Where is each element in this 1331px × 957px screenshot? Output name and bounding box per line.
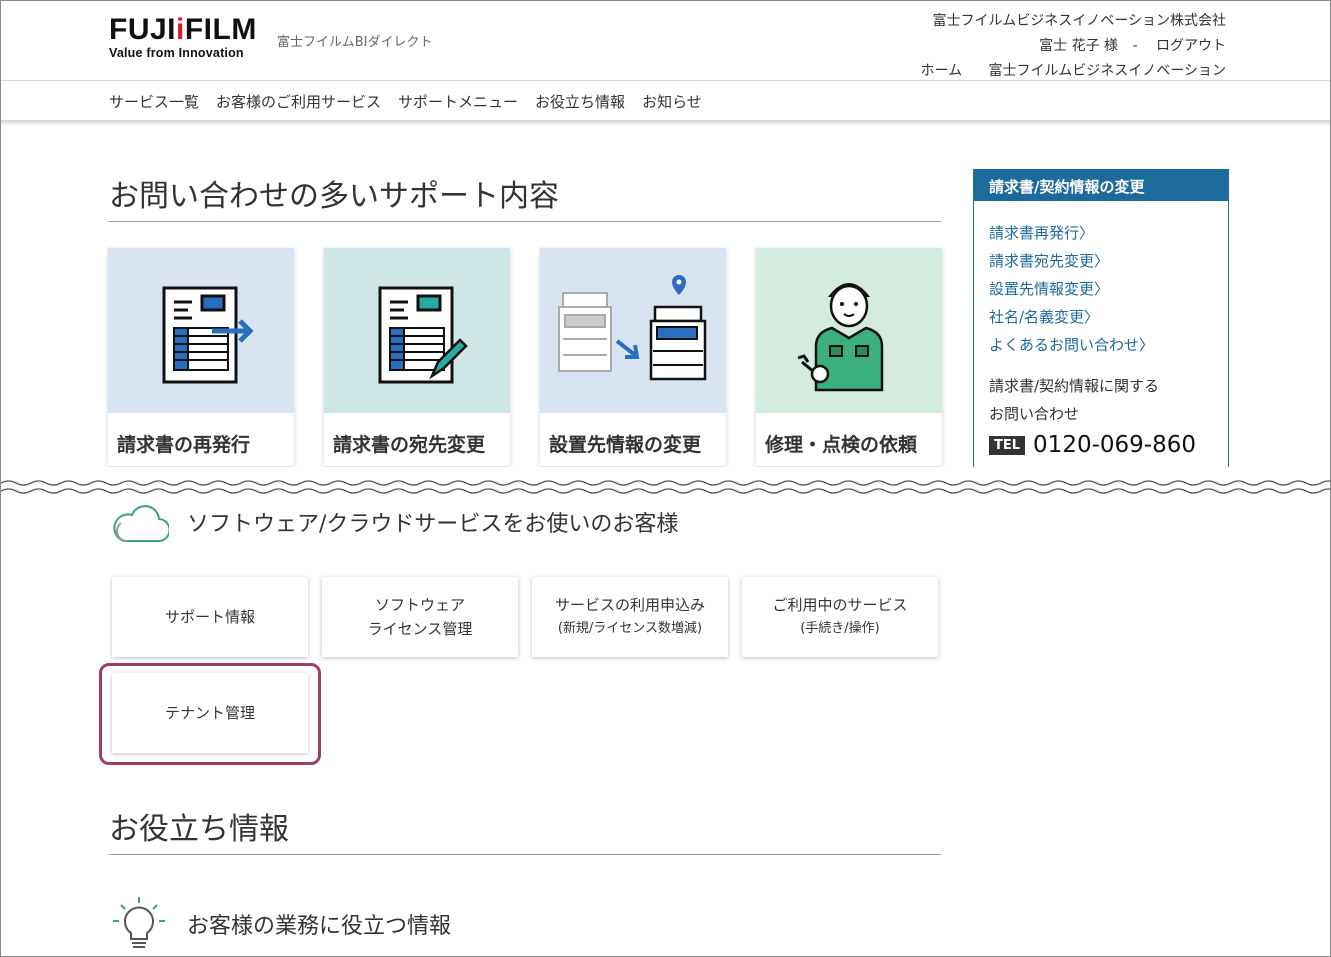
header-divider: [1, 80, 1330, 81]
support-section-title: お問い合わせの多いサポート内容: [109, 171, 941, 222]
button-label-line2: ライセンス管理: [367, 620, 473, 638]
fujifilm-logo[interactable]: FUJIiFILM Value from Innovation: [109, 13, 257, 61]
button-label: サービスの利用申込み: [554, 596, 705, 614]
gnav-useful-info[interactable]: お役立ち情報: [535, 91, 625, 112]
button-label: サポート情報: [164, 608, 255, 626]
tel-badge: TEL: [989, 435, 1026, 455]
logout-link[interactable]: ログアウト: [1156, 38, 1226, 54]
header-separator: -: [1132, 38, 1138, 54]
license-management-button[interactable]: ソフトウェア ライセンス管理: [322, 577, 518, 657]
user-name: 富士 花子 様: [1039, 38, 1119, 54]
tel-number[interactable]: 0120-069-860: [1033, 432, 1196, 458]
gnav-news[interactable]: お知らせ: [642, 91, 702, 112]
button-label: ソフトウェア: [374, 596, 465, 614]
tips-section-title: お役立ち情報: [109, 804, 941, 855]
site-name: 富士フイルムBIダイレクト: [277, 35, 433, 50]
logo-tagline: Value from Innovation: [109, 46, 244, 60]
card-installation-change[interactable]: 設置先情報の変更: [540, 248, 726, 466]
card-label: 請求書の宛先変更: [333, 434, 486, 456]
contact-note-line2: お問い合わせ: [989, 405, 1080, 423]
sidebar-contact-note: 請求書/契約情報に関する お問い合わせ: [974, 359, 1228, 428]
contact-note-line1: 請求書/契約情報に関する: [989, 377, 1160, 395]
card-repair-request[interactable]: 修理・点検の依頼: [756, 248, 942, 466]
technician-illustration: [756, 248, 942, 413]
link-installation-change[interactable]: 設置先情報変更〉: [989, 275, 1213, 303]
global-nav: サービス一覧 お客様のご利用サービス サポートメニュー お役立ち情報 お知らせ: [109, 91, 702, 112]
invoice-edit-illustration: [324, 248, 510, 413]
gnav-customer-services[interactable]: お客様のご利用サービス: [216, 91, 381, 112]
link-invoice-reissue[interactable]: 請求書再発行〉: [989, 219, 1213, 247]
card-label: 請求書の再発行: [117, 434, 251, 456]
wave-divider: [1, 480, 1330, 494]
printer-move-illustration: [540, 248, 726, 413]
header-user-area: 富士フイルムビジネスイノベーション株式会社 富士 花子 様 - ログアウト ホー…: [917, 9, 1227, 84]
gnav-support-menu[interactable]: サポートメニュー: [398, 91, 518, 112]
button-sublabel: (新規/ライセンス数増減): [557, 621, 703, 636]
contract-info-sidebar: 請求書/契約情報の変更 請求書再発行〉 請求書宛先変更〉 設置先情報変更〉 社名…: [973, 169, 1229, 469]
tel-row: TEL 0120-069-860: [989, 432, 1196, 458]
highlight-box: [99, 663, 321, 765]
link-invoice-address-change[interactable]: 請求書宛先変更〉: [989, 247, 1213, 275]
link-faq[interactable]: よくあるお問い合わせ〉: [989, 331, 1213, 359]
button-label: ご利用中のサービス: [772, 596, 908, 614]
page-frame: FUJIiFILM Value from Innovation 富士フイルムBI…: [0, 0, 1331, 957]
sidebar-title: 請求書/契約情報の変更: [974, 170, 1228, 201]
logo-wordmark: FUJIiFILM: [109, 13, 257, 46]
button-sublabel: (手続き/操作): [800, 621, 880, 636]
company-link[interactable]: 富士フイルムビジネスイノベーション: [989, 63, 1226, 79]
cloud-icon: [113, 505, 169, 543]
card-invoice-address-change[interactable]: 請求書の宛先変更: [324, 248, 510, 466]
sidebar-links: 請求書再発行〉 請求書宛先変更〉 設置先情報変更〉 社名/名義変更〉 よくあるお…: [974, 201, 1228, 359]
lightbulb-icon: [113, 897, 165, 948]
card-label: 修理・点検の依頼: [765, 434, 918, 456]
home-link[interactable]: ホーム: [921, 63, 963, 79]
tips-subsection-header: お客様の業務に役立つ情報: [109, 895, 451, 953]
software-section-header: ソフトウェア/クラウドサービスをお使いのお客様: [109, 501, 678, 543]
gnav-service-list[interactable]: サービス一覧: [109, 91, 199, 112]
nav-shadow: [1, 120, 1330, 126]
invoice-reissue-illustration: [108, 248, 294, 413]
services-in-use-button[interactable]: ご利用中のサービス (手続き/操作): [742, 577, 938, 657]
support-info-button[interactable]: サポート情報: [112, 577, 308, 657]
card-label: 設置先情報の変更: [549, 434, 702, 456]
company-name: 富士フイルムビジネスイノベーション株式会社: [932, 13, 1226, 29]
tips-subtitle: お客様の業務に役立つ情報: [187, 914, 452, 939]
software-section-title: ソフトウェア/クラウドサービスをお使いのお客様: [187, 512, 679, 537]
service-application-button[interactable]: サービスの利用申込み (新規/ライセンス数増減): [532, 577, 728, 657]
link-company-name-change[interactable]: 社名/名義変更〉: [989, 303, 1213, 331]
card-invoice-reissue[interactable]: 請求書の再発行: [108, 248, 294, 466]
